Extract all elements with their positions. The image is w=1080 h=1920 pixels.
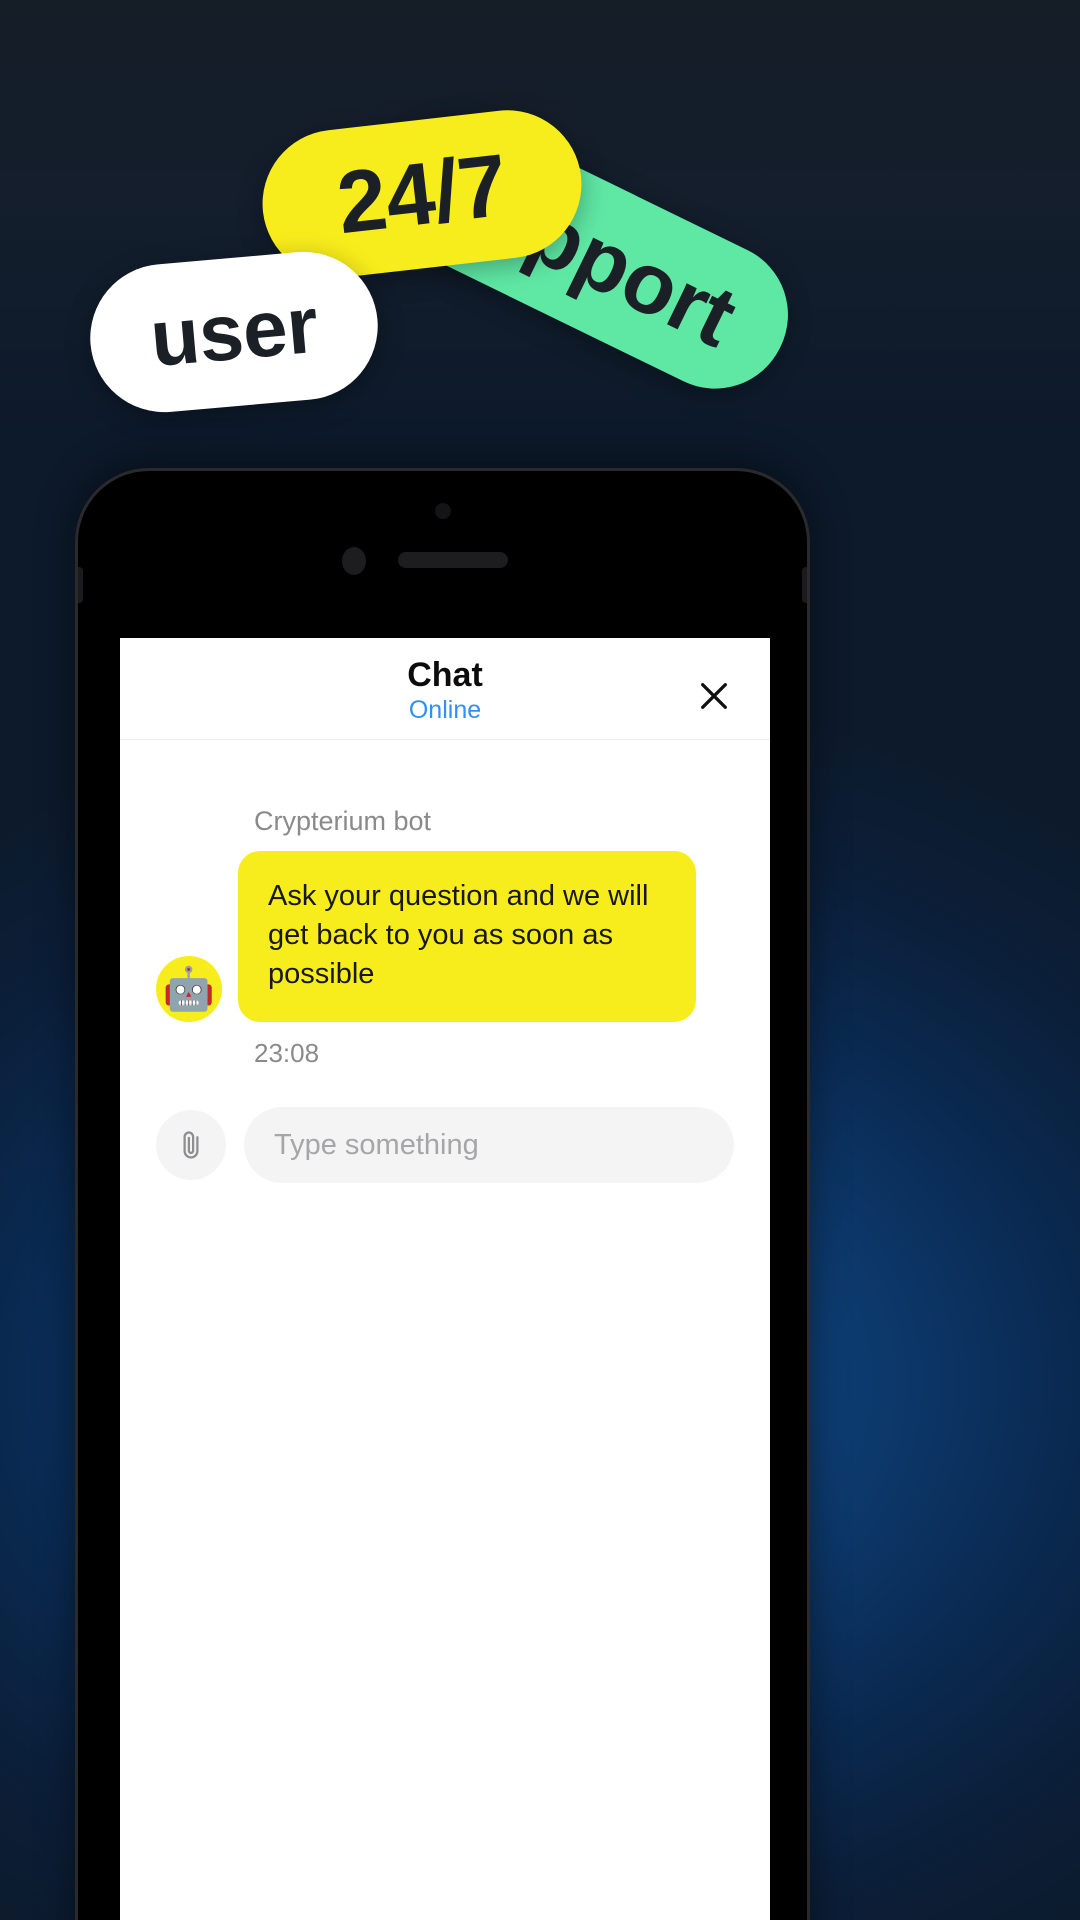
- rear-camera-dot-icon: [434, 503, 451, 519]
- badge-24-7-label: 24/7: [332, 134, 512, 253]
- chat-status: Online: [408, 696, 482, 725]
- message-row: 🤖 Ask your question and we will get back…: [120, 851, 770, 1023]
- message-list: Crypterium bot 🤖 Ask your question and w…: [120, 740, 770, 1069]
- message-bubble: Ask your question and we will get back t…: [238, 851, 696, 1023]
- chat-header: Chat Online: [120, 638, 770, 740]
- badge-user: user: [84, 245, 384, 419]
- robot-icon: 🤖: [162, 964, 216, 1012]
- promo-screenshot: 24/7 support user Chat Online Crypterium…: [0, 0, 1080, 1920]
- attach-button[interactable]: [156, 1110, 226, 1181]
- message-input-placeholder: Type something: [274, 1128, 479, 1161]
- chat-title: Chat: [407, 655, 483, 694]
- front-camera-icon: [342, 547, 366, 575]
- chat-screen: Chat Online Crypterium bot 🤖 Ask your qu…: [120, 638, 770, 1920]
- message-sender-name: Crypterium bot: [254, 806, 432, 836]
- phone-notch: [78, 471, 807, 639]
- message-composer: Type something: [120, 1069, 770, 1184]
- bot-avatar: 🤖: [156, 956, 222, 1023]
- message-input[interactable]: Type something: [244, 1107, 734, 1184]
- earpiece-speaker-icon: [398, 552, 508, 568]
- badge-user-label: user: [146, 279, 322, 384]
- close-icon[interactable]: [694, 676, 734, 716]
- message-timestamp: 23:08: [254, 1038, 320, 1069]
- phone-mockup: Chat Online Crypterium bot 🤖 Ask your qu…: [75, 468, 810, 1920]
